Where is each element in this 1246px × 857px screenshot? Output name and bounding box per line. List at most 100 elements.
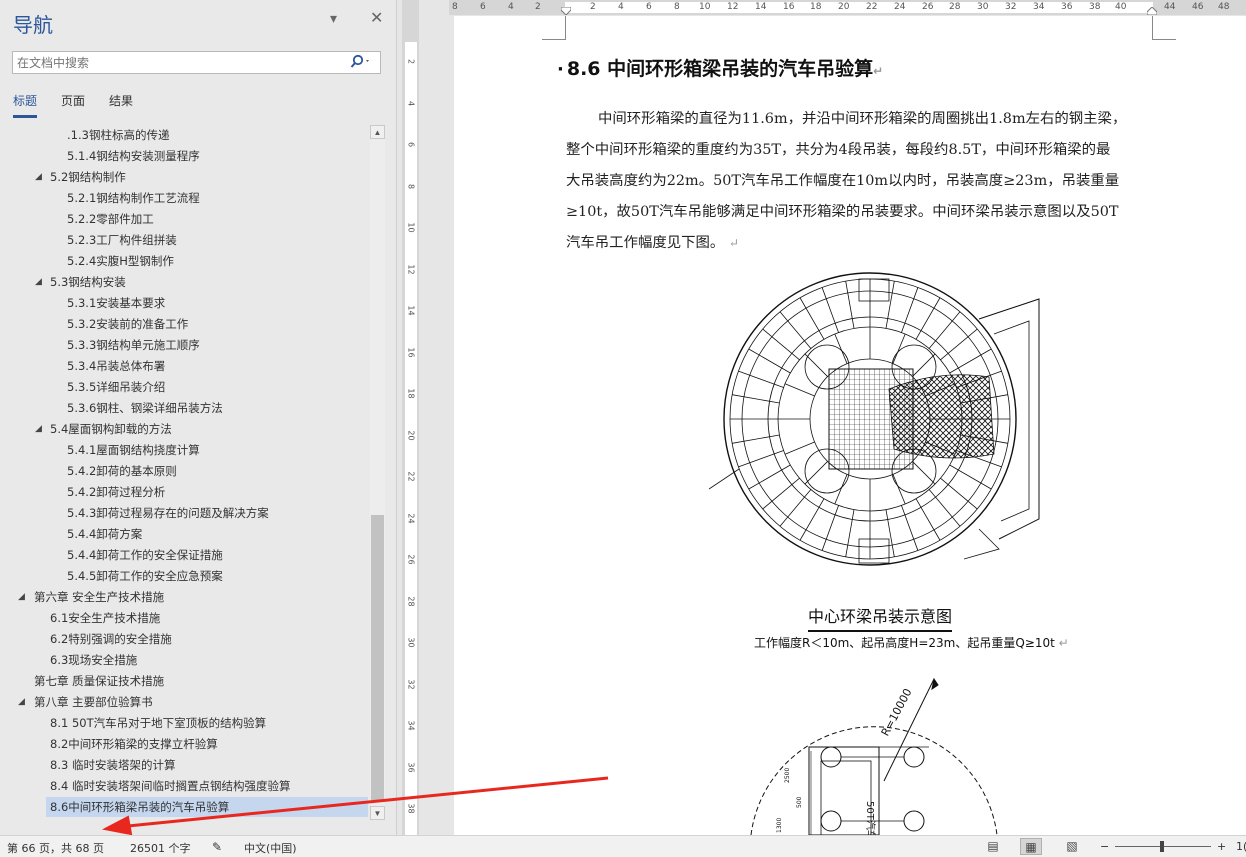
nav-heading-item[interactable]: 5.4.4卸荷方案 bbox=[0, 524, 368, 544]
body-paragraph[interactable]: 中间环形箱梁的直径为11.6m，并沿中间环形箱梁的周圈挑出1.8m左右的钢主梁，… bbox=[566, 104, 1156, 259]
nav-heading-label: 5.4屋面钢构卸载的方法 bbox=[50, 422, 172, 436]
nav-heading-item[interactable]: 8.2中间环形箱梁的支撑立杆验算 bbox=[0, 734, 368, 754]
nav-heading-item[interactable]: 6.2特别强调的安全措施 bbox=[0, 629, 368, 649]
nav-heading-item[interactable]: 5.4.2卸荷过程分析 bbox=[0, 482, 368, 502]
ruler-tick-label: 32 bbox=[406, 678, 416, 690]
nav-heading-item[interactable]: 8.1 50T汽车吊对于地下室顶板的结构验算 bbox=[0, 713, 368, 733]
nav-heading-item[interactable]: 5.2.2零部件加工 bbox=[0, 209, 368, 229]
ruler-tick-label: 40 bbox=[1115, 2, 1127, 12]
nav-heading-item[interactable]: 5.2.3工厂构件组拼装 bbox=[0, 230, 368, 250]
close-icon[interactable]: ✕ bbox=[370, 8, 383, 28]
scroll-up-icon[interactable]: ▲ bbox=[370, 125, 385, 139]
nav-heading-item[interactable]: 5.1.4钢结构安装测量程序 bbox=[0, 146, 368, 166]
language-indicator[interactable]: 中文(中国) bbox=[244, 840, 297, 856]
collapse-triangle-icon[interactable]: ◢ bbox=[18, 587, 30, 607]
nav-heading-item[interactable]: 5.3.1安装基本要求 bbox=[0, 293, 368, 313]
collapse-triangle-icon[interactable]: ◢ bbox=[18, 692, 30, 712]
nav-heading-item[interactable]: 5.3.2安装前的准备工作 bbox=[0, 314, 368, 334]
tab-headings[interactable]: 标题 bbox=[13, 92, 38, 118]
nav-heading-item[interactable]: 5.4.3卸荷过程易存在的问题及解决方案 bbox=[0, 503, 368, 523]
collapse-triangle-icon[interactable]: ◢ bbox=[35, 272, 47, 292]
ruler-tick-label: 2 bbox=[406, 58, 416, 65]
ruler-tick-label: 34 bbox=[1033, 2, 1045, 12]
scroll-thumb[interactable] bbox=[371, 515, 384, 800]
nav-heading-item[interactable]: 5.4.4卸荷工作的安全保证措施 bbox=[0, 545, 368, 565]
nav-heading-label: 5.3.5详细吊装介绍 bbox=[67, 380, 166, 394]
nav-heading-item[interactable]: 第七章 质量保证技术措施 bbox=[0, 671, 368, 691]
nav-heading-item[interactable]: 5.2.4实腹H型钢制作 bbox=[0, 251, 368, 271]
web-layout-icon[interactable]: ▧ bbox=[1061, 838, 1083, 855]
zoom-slider-thumb[interactable] bbox=[1160, 841, 1164, 852]
nav-heading-item[interactable]: 5.3.5详细吊装介绍 bbox=[0, 377, 368, 397]
search-icon[interactable] bbox=[350, 54, 372, 73]
nav-heading-item[interactable]: 5.3.3钢结构单元施工顺序 bbox=[0, 335, 368, 355]
scroll-down-icon[interactable]: ▼ bbox=[370, 806, 385, 820]
document-page[interactable]: · 8.6 中间环形箱梁吊装的汽车吊验算↵ 中间环形箱梁的直径为11.6m，并沿中… bbox=[454, 16, 1246, 835]
paragraph-line: 整个中间环形箱梁的重度约为35T，共分为4段吊装，每段约8.5T，中间环形箱梁的… bbox=[566, 142, 1111, 158]
nav-heading-item[interactable]: 5.4.5卸荷工作的安全应急预案 bbox=[0, 566, 368, 586]
nav-heading-item[interactable]: 5.2.1钢结构制作工艺流程 bbox=[0, 188, 368, 208]
ruler-tick-label: 2 bbox=[590, 2, 596, 12]
nav-heading-label: 8.6中间环形箱梁吊装的汽车吊验算 bbox=[50, 800, 230, 814]
nav-heading-item[interactable]: 6.3现场安全措施 bbox=[0, 650, 368, 670]
nav-heading-label: 5.2.1钢结构制作工艺流程 bbox=[67, 191, 200, 205]
nav-heading-label: 8.1 50T汽车吊对于地下室顶板的结构验算 bbox=[50, 716, 267, 730]
nav-title: 导航 bbox=[13, 15, 53, 37]
nav-heading-item[interactable]: 5.3.4吊装总体布署 bbox=[0, 356, 368, 376]
ruler-tick-label: 44 bbox=[1164, 2, 1176, 12]
horizontal-ruler: 8 6 4 2 2 4 6 8 10 12 14 16 18 20 22 24 26 28 30 32 34 36 38 40… bbox=[449, 0, 1246, 15]
tab-pages[interactable]: 页面 bbox=[61, 92, 85, 118]
nav-heading-item[interactable]: ◢ 5.3钢结构安装 bbox=[0, 272, 368, 292]
zoom-level[interactable]: 1( bbox=[1236, 840, 1246, 853]
nav-heading-label: 5.3.2安装前的准备工作 bbox=[67, 317, 189, 331]
nav-search-box[interactable] bbox=[12, 51, 381, 74]
ruler-tick-label: 48 bbox=[1218, 2, 1230, 12]
right-indent-marker-icon[interactable] bbox=[1147, 7, 1157, 15]
page-count[interactable]: 第 66 页，共 68 页 bbox=[7, 840, 104, 856]
section-heading[interactable]: · 8.6 中间环形箱梁吊装的汽车吊验算↵ bbox=[557, 54, 883, 81]
plan-drawing-image[interactable] bbox=[709, 259, 1049, 581]
nav-heading-label: 5.2.2零部件加工 bbox=[67, 212, 154, 226]
left-indent-marker-icon[interactable] bbox=[561, 7, 571, 15]
nav-heading-item[interactable]: 8.4 临时安装塔架间临时搁置点钢结构强度验算 bbox=[0, 776, 368, 796]
nav-heading-label: 5.3钢结构安装 bbox=[50, 275, 126, 289]
ruler-tick-label: 26 bbox=[406, 554, 416, 565]
nav-heading-item[interactable]: 6.1安全生产技术措施 bbox=[0, 608, 368, 628]
ruler-tick-label: 28 bbox=[949, 2, 961, 12]
paragraph-line: 中间环形箱梁的直径为11.6m，并沿中间环形箱梁的周圈挑出1.8m左右的钢主梁， bbox=[598, 111, 1127, 127]
zoom-out-button[interactable]: − bbox=[1100, 840, 1109, 853]
nav-heading-item[interactable]: ◢ 5.4屋面钢构卸载的方法 bbox=[0, 419, 368, 439]
collapse-triangle-icon[interactable]: ◢ bbox=[35, 167, 47, 187]
nav-heading-label: 5.2.4实腹H型钢制作 bbox=[67, 254, 174, 268]
nav-heading-item[interactable]: ◢ 第六章 安全生产技术措施 bbox=[0, 587, 368, 607]
nav-heading-item[interactable]: 5.4.1屋面钢结构挠度计算 bbox=[0, 440, 368, 460]
nav-heading-label: 6.2特别强调的安全措施 bbox=[50, 632, 172, 646]
zoom-in-button[interactable]: + bbox=[1217, 840, 1226, 853]
proofing-icon[interactable]: ✎ bbox=[212, 840, 222, 854]
read-mode-icon[interactable]: ▤ bbox=[982, 838, 1004, 855]
nav-scrollbar[interactable]: ▲ ▼ bbox=[370, 125, 385, 820]
nav-heading-item[interactable]: 5.3.6钢柱、钢梁详细吊装方法 bbox=[0, 398, 368, 418]
word-count[interactable]: 26501 个字 bbox=[130, 840, 191, 856]
search-input[interactable] bbox=[13, 52, 333, 73]
nav-heading-item[interactable]: 5.4.2卸荷的基本原则 bbox=[0, 461, 368, 481]
nav-heading-label: 5.3.3钢结构单元施工顺序 bbox=[67, 338, 200, 352]
nav-heading-label: 5.1.4钢结构安装测量程序 bbox=[67, 149, 200, 163]
nav-heading-item[interactable]: ◢ 5.2钢结构制作 bbox=[0, 167, 368, 187]
nav-heading-item[interactable]: ◢ 第八章 主要部位验算书 bbox=[0, 692, 368, 712]
tab-results[interactable]: 结果 bbox=[109, 92, 133, 118]
nav-heading-item[interactable]: 8.6中间环形箱梁吊装的汽车吊验算 bbox=[46, 797, 368, 817]
vertical-ruler: 2 4 6 8 10 12 14 16 18 20 22 24 26 28 30 32 34 36 38 bbox=[402, 0, 419, 835]
nav-heading-item[interactable]: .1.3钢柱标高的传递 bbox=[0, 125, 368, 145]
ruler-tick-label: 30 bbox=[406, 637, 416, 648]
collapse-triangle-icon[interactable]: ◢ bbox=[35, 419, 47, 439]
nav-options-dropdown-icon[interactable]: ▾ bbox=[330, 10, 337, 27]
ruler-tick-label: 30 bbox=[977, 2, 989, 12]
nav-heading-item[interactable]: 8.3 临时安装塔架的计算 bbox=[0, 755, 368, 775]
print-layout-icon[interactable]: ▦ bbox=[1020, 838, 1042, 855]
crane-radius-drawing[interactable]: R=10000 50T汽车吊 2500 500 1300 bbox=[749, 671, 999, 835]
nav-heading-label: 5.3.1安装基本要求 bbox=[67, 296, 166, 310]
nav-heading-label: 5.4.3卸荷过程易存在的问题及解决方案 bbox=[67, 506, 269, 520]
ruler-tick-label: 8 bbox=[406, 183, 416, 189]
ruler-tick-label: 4 bbox=[406, 100, 416, 106]
